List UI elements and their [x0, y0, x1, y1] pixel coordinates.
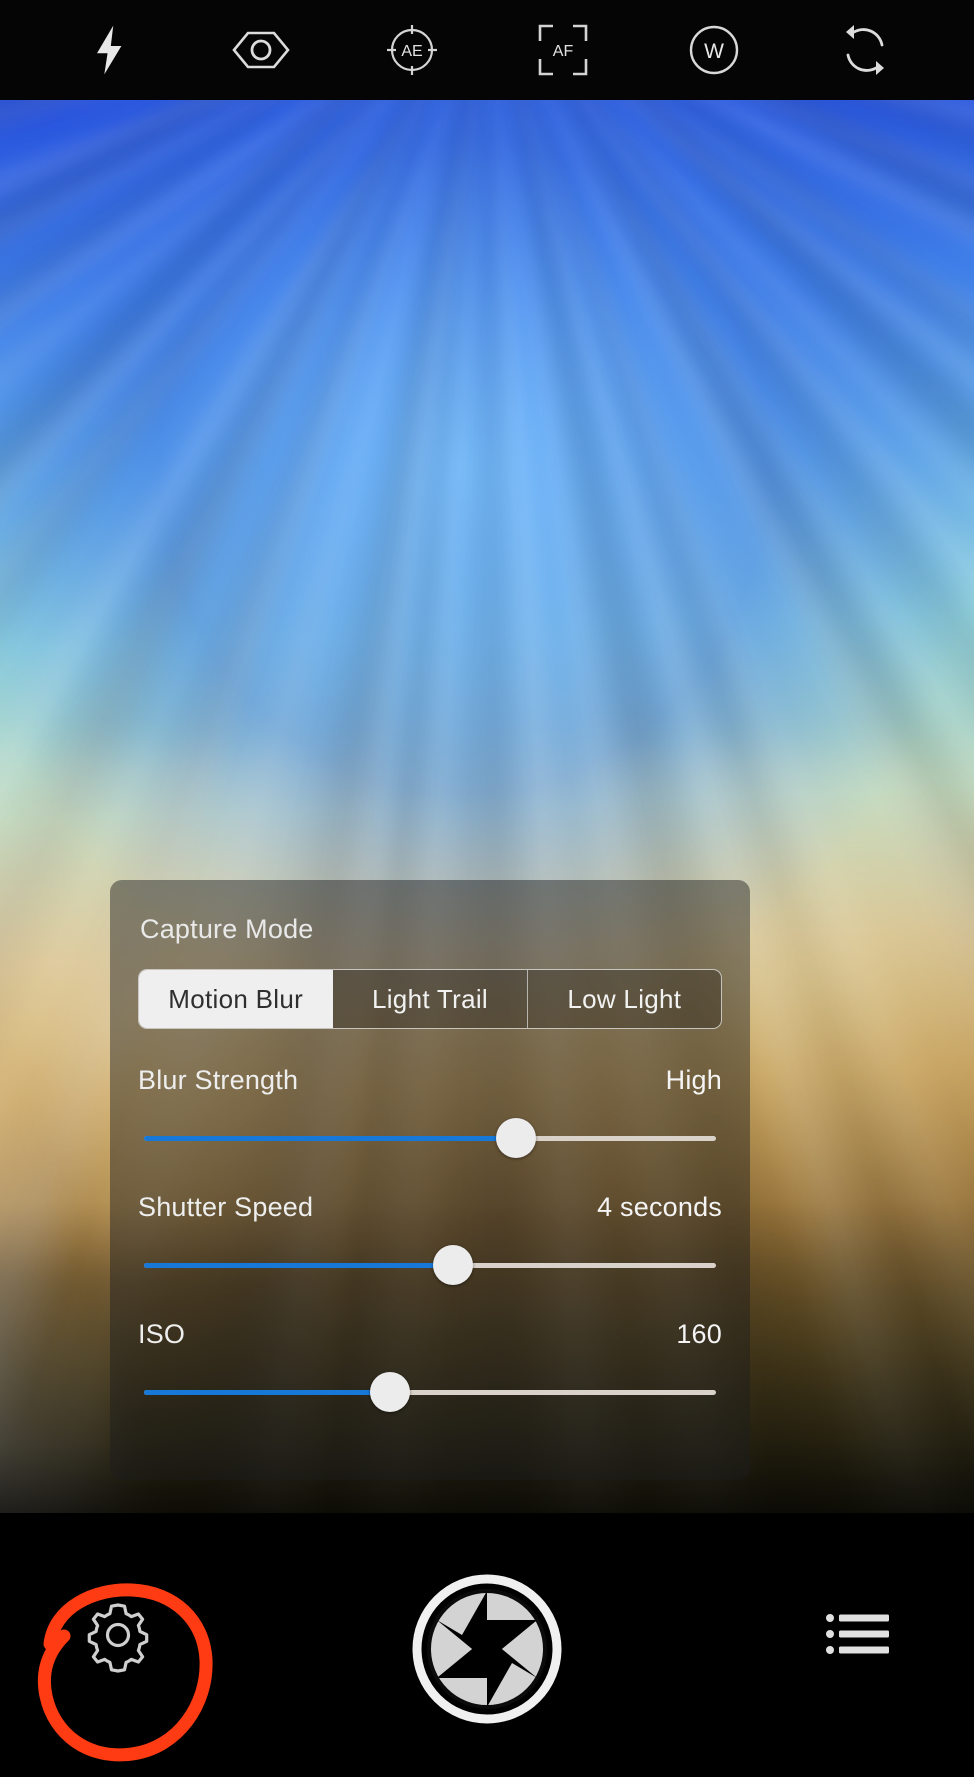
settings-button[interactable] — [72, 1591, 164, 1683]
gallery-list-button[interactable] — [820, 1603, 896, 1669]
bottom-toolbar — [0, 1513, 974, 1777]
top-toolbar: AE AF W — [0, 0, 974, 100]
ae-lock-button[interactable]: AE — [375, 13, 449, 87]
phone-screen: AE AF W Capture Mode Motion Blur Light T… — [0, 0, 974, 1777]
blur-strength-value: High — [665, 1065, 722, 1095]
capture-settings-panel: Capture Mode Motion Blur Light Trail Low… — [110, 880, 750, 1480]
shutter-speed-label: Shutter Speed — [138, 1192, 314, 1222]
svg-text:W: W — [704, 40, 724, 63]
iso-header: ISO 160 — [138, 1319, 722, 1350]
white-balance-button[interactable]: W — [677, 13, 751, 87]
shutter-speed-thumb[interactable] — [432, 1245, 473, 1285]
iso-slider[interactable] — [144, 1372, 716, 1412]
camera-switch-icon — [838, 23, 892, 77]
setting-row-blur-strength: Blur Strength High — [138, 1065, 722, 1158]
white-balance-icon: W — [687, 23, 741, 77]
camera-switch-button[interactable] — [828, 13, 902, 87]
capture-mode-segmented-control[interactable]: Motion Blur Light Trail Low Light — [138, 969, 722, 1029]
shutter-button[interactable] — [411, 1574, 563, 1729]
gear-icon — [80, 1597, 156, 1678]
svg-text:AF: AF — [552, 43, 573, 60]
panel-title: Capture Mode — [140, 914, 314, 944]
setting-row-shutter-speed: Shutter Speed 4 seconds — [138, 1192, 722, 1285]
af-focus-icon: AF — [535, 23, 591, 77]
shutter-speed-header: Shutter Speed 4 seconds — [138, 1192, 722, 1223]
blur-strength-slider[interactable] — [144, 1118, 716, 1158]
shutter-speed-value: 4 seconds — [597, 1192, 722, 1222]
shutter-speed-slider[interactable] — [144, 1245, 716, 1285]
iso-fill — [144, 1390, 390, 1395]
setting-row-iso: ISO 160 — [138, 1319, 722, 1412]
ae-lock-icon: AE — [384, 22, 440, 78]
mode-option-low-light[interactable]: Low Light — [528, 970, 721, 1028]
mode-option-light-trail[interactable]: Light Trail — [333, 970, 528, 1028]
blur-strength-label: Blur Strength — [138, 1065, 299, 1095]
af-focus-button[interactable]: AF — [526, 13, 600, 87]
shutter-speed-fill — [144, 1263, 453, 1268]
list-menu-icon — [825, 1609, 891, 1664]
svg-text:AE: AE — [401, 43, 422, 60]
iso-value: 160 — [676, 1319, 722, 1349]
mode-option-motion-blur[interactable]: Motion Blur — [139, 970, 334, 1028]
flash-icon — [90, 24, 130, 76]
blur-strength-header: Blur Strength High — [138, 1065, 722, 1096]
iso-thumb[interactable] — [369, 1372, 410, 1412]
preview-eye-button[interactable] — [224, 13, 298, 87]
blur-strength-fill — [144, 1136, 516, 1141]
eye-icon — [230, 27, 292, 73]
blur-strength-thumb[interactable] — [495, 1118, 536, 1158]
iso-label: ISO — [138, 1319, 186, 1349]
aperture-icon — [412, 1574, 562, 1729]
flash-button[interactable] — [73, 13, 147, 87]
